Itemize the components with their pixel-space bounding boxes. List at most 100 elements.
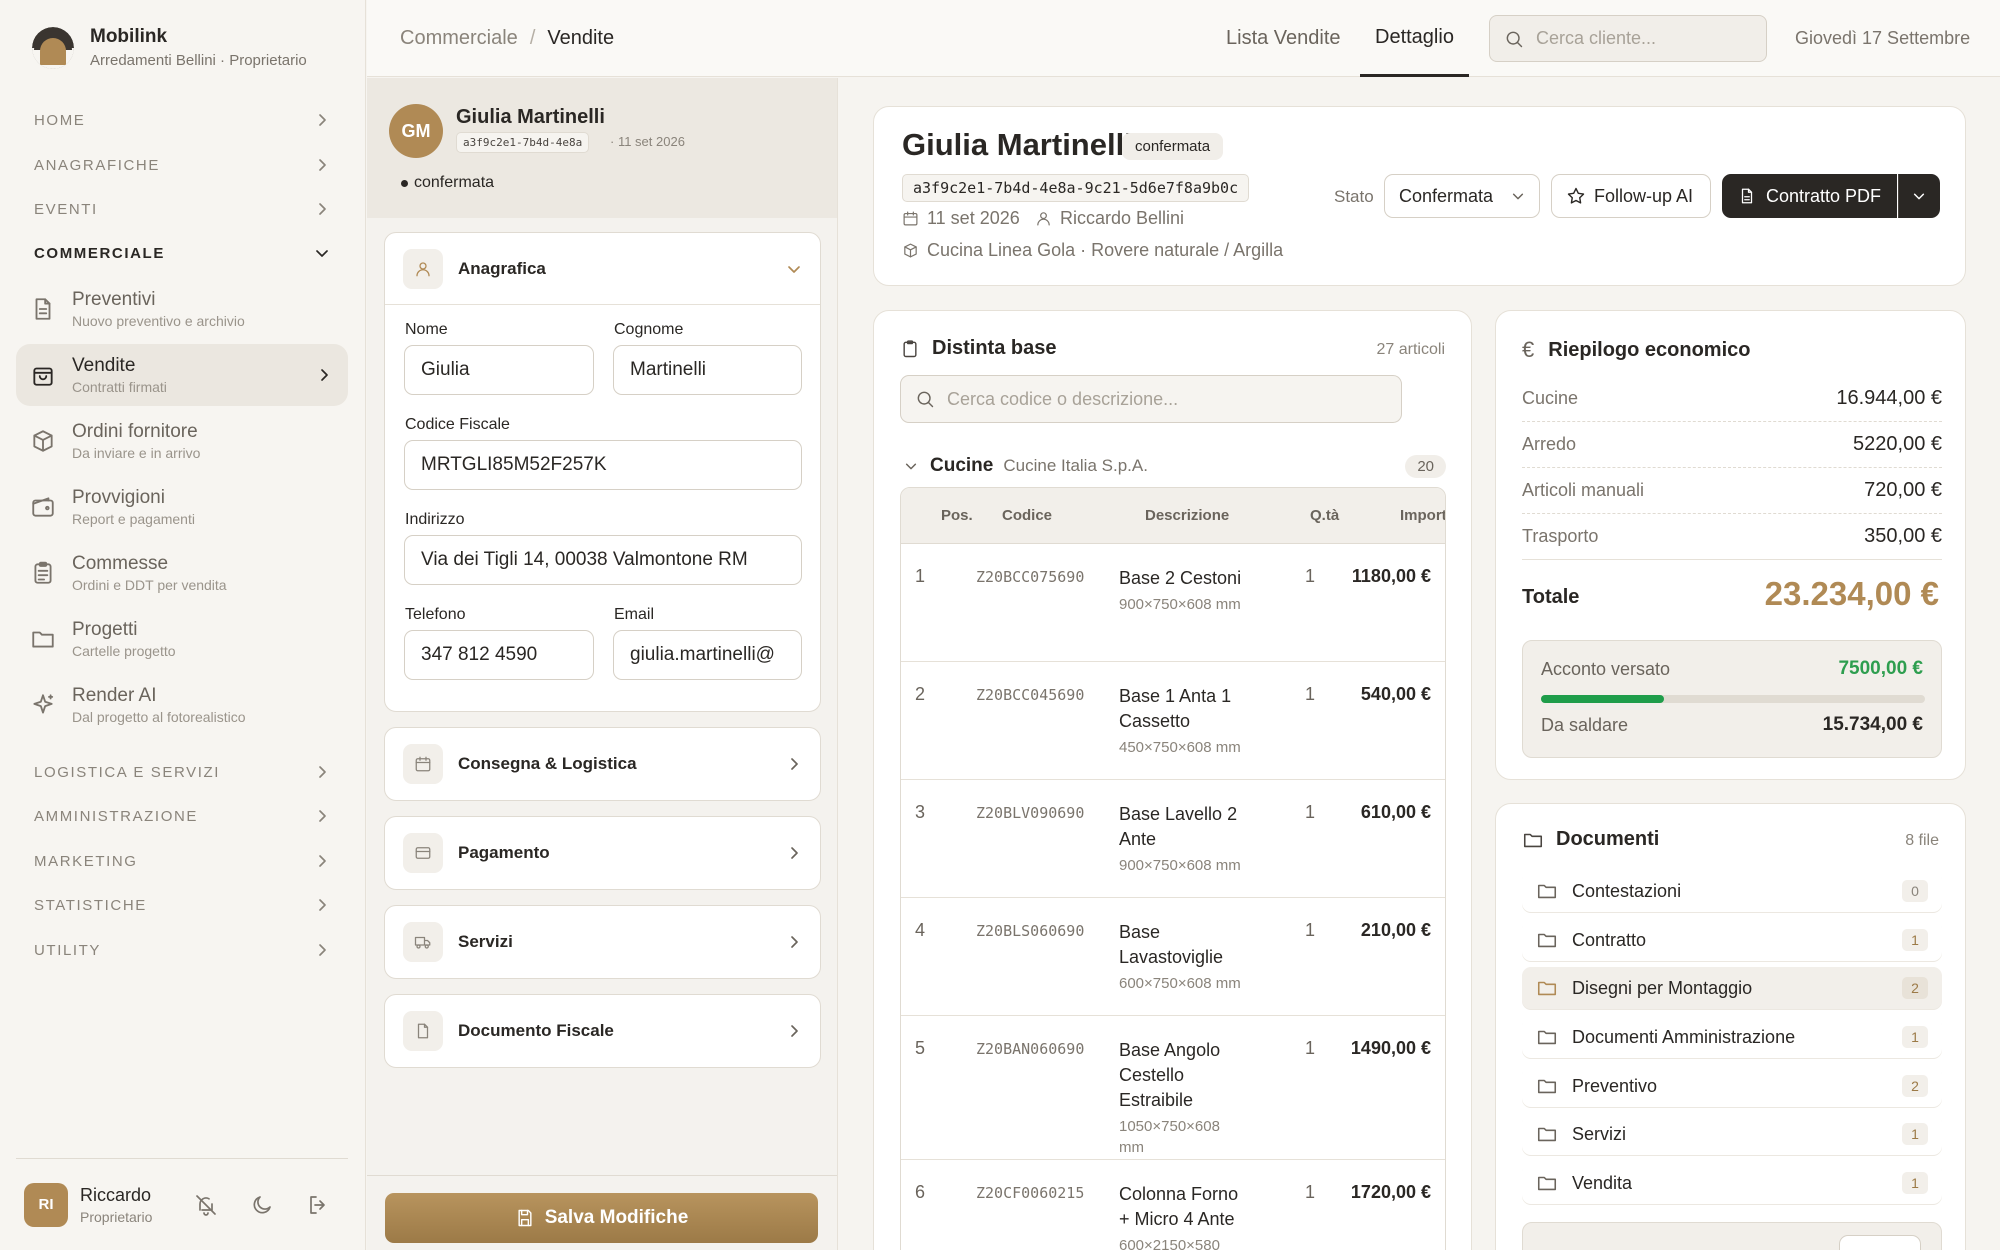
distinta-title-label: Distinta base <box>932 337 1057 359</box>
sidebar-item-label: Progetti <box>72 619 138 640</box>
sidebar-item-preventivi[interactable]: Preventivi Nuovo preventivo e archivio <box>16 278 348 340</box>
user-role: Proprietario <box>80 1208 153 1225</box>
sidebar-item-provvigioni[interactable]: Provvigioni Report e pagamenti <box>16 476 348 538</box>
totale-value: 23.234,00 € <box>1764 575 1939 612</box>
user-icon <box>1037 212 1050 226</box>
sidebar: Mobilink Arredamenti Bellini · Proprieta… <box>0 0 366 1250</box>
pdf-options-button[interactable] <box>1898 174 1940 218</box>
nav-section-home[interactable]: HOME <box>16 100 348 140</box>
chevron-right-icon <box>319 114 326 126</box>
sidebar-item-ordini-fornitore[interactable]: Ordini fornitore Da inviare e in arrivo <box>16 410 348 472</box>
cell-descrizione: Base 2 Cestoni <box>1119 568 1242 588</box>
telefono-field[interactable] <box>404 630 594 680</box>
table-row[interactable]: 4 Z20BLS060690 Base Lavastoviglie 600×750×6… <box>901 898 1445 1016</box>
sidebar-item-vendite[interactable]: Vendite Contratti firmati <box>16 344 348 406</box>
tab-dettaglio[interactable]: Dettaglio <box>1360 0 1469 77</box>
nav-section-logistica[interactable]: LOGISTICA E SERVIZI <box>16 752 348 792</box>
folder-icon <box>1537 1127 1557 1142</box>
bell-off-icon[interactable] <box>194 1193 218 1217</box>
nav-section-label: STATISTICHE <box>34 896 147 914</box>
distinta-search-input[interactable] <box>947 388 1387 410</box>
cell-descrizione: Base Lavastoviglie <box>1119 922 1224 967</box>
sale-client-name: Giulia Martinelli <box>902 127 1133 162</box>
file-icon <box>403 1011 443 1051</box>
sale-agent: Riccardo Bellini <box>1035 208 1184 229</box>
sidebar-item-label: Provvigioni <box>72 487 165 508</box>
group-cucine-header[interactable]: Cucine Cucine Italia S.p.A. 20 <box>904 451 1446 481</box>
save-button[interactable]: Salva Modifiche <box>385 1193 818 1243</box>
email-field[interactable] <box>613 630 802 680</box>
folder-icon <box>1537 1079 1557 1094</box>
section-label: Pagamento <box>458 843 550 862</box>
anagrafica-section: Anagrafica Nome Cognome Codice Fiscale I… <box>384 232 821 712</box>
sale-date-value: 11 set 2026 <box>927 208 1020 228</box>
folder-contratto[interactable]: Contratto 1 <box>1522 919 1942 961</box>
contratto-pdf-button[interactable]: Contratto PDF <box>1722 174 1897 218</box>
saldo-label: Da saldare <box>1541 715 1629 735</box>
table-row[interactable]: 3 Z20BLV090690 Base Lavello 2 Ante 900×750×… <box>901 780 1445 898</box>
totale-label: Totale <box>1522 586 1580 608</box>
moon-icon[interactable] <box>250 1193 274 1217</box>
nav-section-eventi[interactable]: EVENTI <box>16 189 348 229</box>
folder-preventivo[interactable]: Preventivo 2 <box>1522 1065 1942 1107</box>
sale-header-card: Giulia Martinelli confermata a3f9c2e1-7b… <box>873 106 1966 286</box>
cell-qta: 1 <box>1304 684 1315 704</box>
logout-icon[interactable] <box>306 1193 330 1217</box>
folder-disegni-montaggio[interactable]: Disegni per Montaggio 2 <box>1522 967 1942 1009</box>
nav-section-commerciale[interactable]: COMMERCIALE <box>16 233 348 273</box>
search-cliente-input[interactable] <box>1536 28 1746 49</box>
wallet-icon <box>32 497 54 517</box>
breadcrumb-vendite: Vendite <box>547 27 615 49</box>
nav-section-marketing[interactable]: MARKETING <box>16 841 348 881</box>
sidebar-item-commesse[interactable]: Commesse Ordini e DDT per vendita <box>16 542 348 604</box>
nav-section-amministrazione[interactable]: AMMINISTRAZIONE <box>16 796 348 836</box>
folder-vendita[interactable]: Vendita 1 <box>1522 1162 1942 1204</box>
follow-up-ai-button[interactable]: Follow-up AI <box>1551 174 1711 218</box>
nav-section-statistiche[interactable]: STATISTICHE <box>16 885 348 925</box>
tab-lista-vendite[interactable]: Lista Vendite <box>1226 0 1341 77</box>
indirizzo-field[interactable] <box>404 535 802 585</box>
consegna-logistica-section[interactable]: Consegna & Logistica <box>384 727 821 801</box>
documento-fiscale-section[interactable]: Documento Fiscale <box>384 994 821 1068</box>
servizi-section[interactable]: Servizi <box>384 905 821 979</box>
sidebar-item-progetti[interactable]: Progetti Cartelle progetto <box>16 608 348 670</box>
codice-fiscale-field[interactable] <box>404 440 802 490</box>
logo-icon <box>32 26 74 69</box>
chevron-right-icon <box>791 936 798 948</box>
table-row[interactable]: 6 Z20CF0060215 Colonna Forno + Micro 4 Ant… <box>901 1160 1445 1250</box>
folder-servizi[interactable]: Servizi 1 <box>1522 1113 1942 1155</box>
nav-section-label: ANAGRAFICHE <box>34 156 160 174</box>
avatar[interactable]: RI <box>24 1182 68 1227</box>
table-row[interactable]: 1 Z20BCC075690 Base 2 Cestoni 900×750×608 m… <box>901 544 1445 662</box>
folder-contestazioni[interactable]: Contestazioni 0 <box>1522 870 1942 912</box>
nav-section-utility[interactable]: UTILITY <box>16 930 348 970</box>
chevron-down-icon <box>1512 193 1524 200</box>
nome-field[interactable] <box>404 345 594 395</box>
line-label: Arredo <box>1522 434 1577 454</box>
pagamento-section[interactable]: Pagamento <box>384 816 821 890</box>
line-label: Articoli manuali <box>1522 480 1645 500</box>
nav-section-anagrafiche[interactable]: ANAGRAFICHE <box>16 145 348 185</box>
documenti-panel: Documenti 8 file Contestazioni 0 Contratt… <box>1495 803 1966 1250</box>
cell-qta: 1 <box>1304 802 1315 822</box>
stato-select[interactable]: Confermata <box>1384 174 1540 218</box>
sidebar-item-render-ai[interactable]: Render AI Dal progetto al fotorealistico <box>16 674 348 736</box>
nav-section-label: LOGISTICA E SERVIZI <box>34 763 221 781</box>
upload-area[interactable] <box>1522 1222 1942 1250</box>
chevron-right-icon <box>321 369 328 381</box>
riepilogo-title-label: Riepilogo economico <box>1548 338 1751 361</box>
cell-codice: Z20BLS060690 <box>976 922 1085 940</box>
cell-qta: 1 <box>1304 1038 1315 1058</box>
cell-descrizione: Base Lavello 2 Ante <box>1119 804 1238 849</box>
anagrafica-header[interactable]: Anagrafica <box>385 233 820 305</box>
table-row[interactable]: 5 Z20BAN060690 Base Angolo Cestello Estrai… <box>901 1016 1445 1160</box>
acconto-label: Acconto versato <box>1541 659 1671 679</box>
cell-importo: 1490,00 € <box>1350 1038 1431 1058</box>
folder-documenti-amministrazione[interactable]: Documenti Amministrazione 1 <box>1522 1016 1942 1058</box>
breadcrumb-commerciale[interactable]: Commerciale <box>400 27 518 49</box>
folder-count: 1 <box>1902 1026 1928 1048</box>
brand[interactable]: Mobilink Arredamenti Bellini · Proprieta… <box>32 26 307 69</box>
cognome-field[interactable] <box>613 345 802 395</box>
table-row[interactable]: 2 Z20BCC045690 Base 1 Anta 1 Cassetto 450×7… <box>901 662 1445 780</box>
upload-button[interactable] <box>1839 1235 1921 1250</box>
